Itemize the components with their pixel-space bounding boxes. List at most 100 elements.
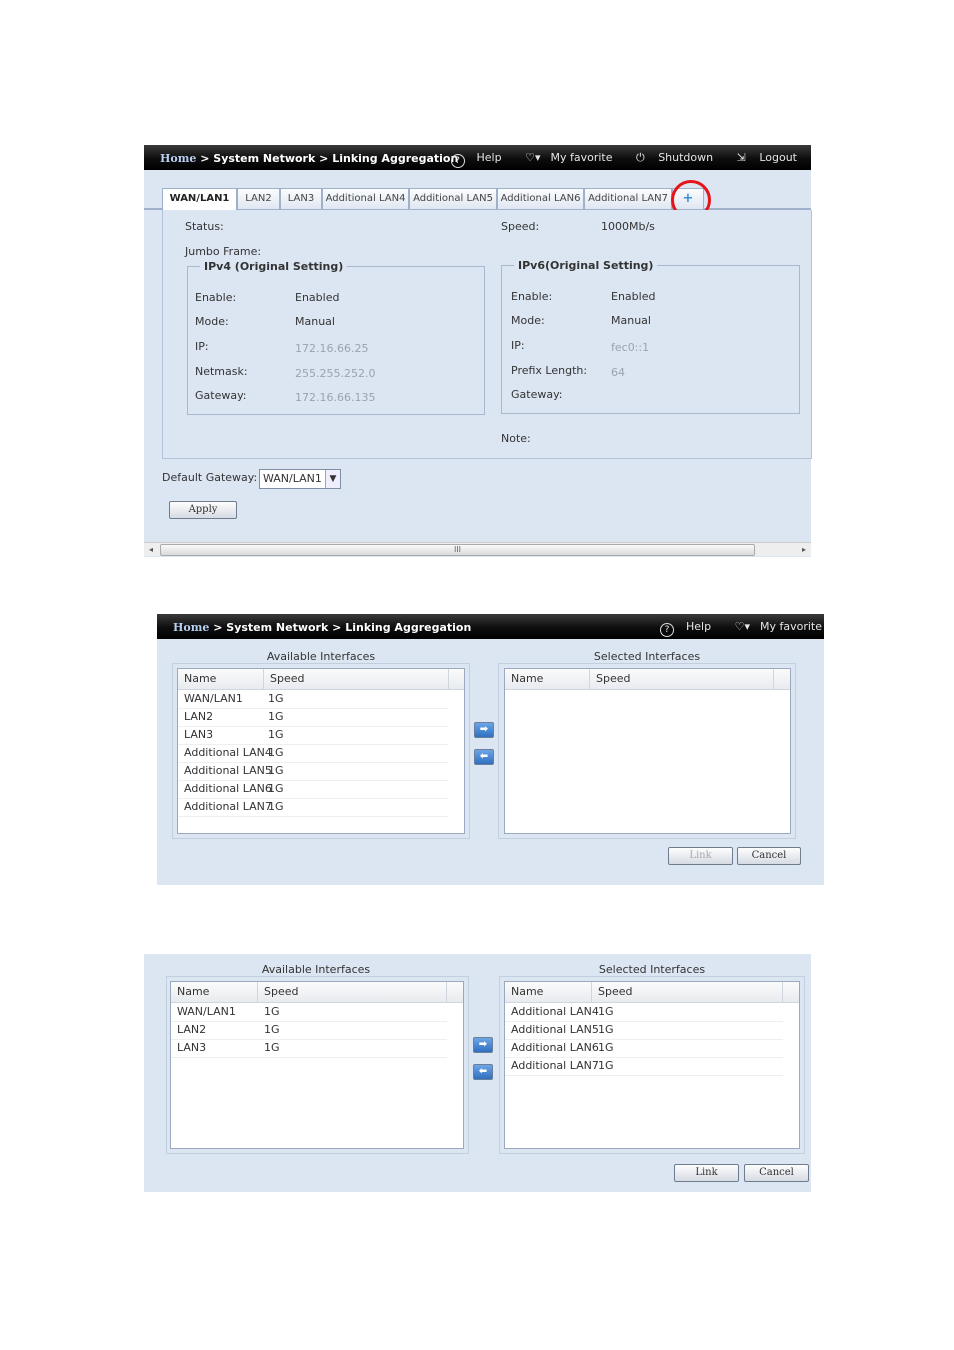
link-button[interactable]: Link <box>674 1164 739 1182</box>
horizontal-scrollbar[interactable]: ◂ III ▸ <box>144 542 811 556</box>
ipv6-ip-value: fec0::1 <box>611 341 650 354</box>
help-label: Help <box>476 151 502 164</box>
list-item[interactable]: LAN3 1G <box>178 726 448 745</box>
speed-label: Speed: <box>501 220 540 233</box>
interface-speed: 1G <box>268 710 284 723</box>
breadcrumb-home[interactable]: Home <box>173 621 209 634</box>
interface-speed: 1G <box>268 800 284 813</box>
list-item[interactable]: Additional LAN4 1G <box>505 1003 783 1022</box>
apply-button[interactable]: Apply <box>169 501 237 519</box>
col-name-header[interactable]: Name <box>505 669 590 689</box>
jumbo-frame-label: Jumbo Frame: <box>185 245 262 258</box>
list-item[interactable]: Additional LAN5 1G <box>178 762 448 781</box>
help-button[interactable]: ? Help <box>441 151 502 168</box>
breadcrumb-home[interactable]: Home <box>160 152 196 165</box>
interface-speed: 1G <box>598 1041 614 1054</box>
ipv6-enable-label: Enable: <box>511 290 553 303</box>
list-item[interactable]: Additional LAN5 1G <box>505 1021 783 1040</box>
interface-speed: 1G <box>598 1059 614 1072</box>
interface-name: Additional LAN4 <box>511 1005 599 1018</box>
ipv4-mode-value: Manual <box>295 315 335 328</box>
col-name-header[interactable]: Name <box>171 982 258 1002</box>
available-interfaces-title: Available Interfaces <box>261 963 371 976</box>
ipv6-mode-value: Manual <box>611 314 651 327</box>
interface-speed: 1G <box>264 1041 280 1054</box>
list-item[interactable]: Additional LAN7 1G <box>505 1057 783 1076</box>
breadcrumb-section[interactable]: System Network <box>226 621 328 634</box>
ipv6-title: IPv6(Original Setting) <box>518 259 654 272</box>
col-speed-header[interactable]: Speed <box>258 982 447 1002</box>
help-icon: ? <box>660 623 675 637</box>
selected-list[interactable]: Name Speed <box>504 668 791 834</box>
ipv6-enable-value: Enabled <box>611 290 656 303</box>
list-item[interactable]: Additional LAN7 1G <box>178 798 448 817</box>
breadcrumb-sep: > <box>196 152 214 165</box>
selected-interfaces-title: Selected Interfaces <box>598 963 706 976</box>
available-list[interactable]: Name Speed WAN/LAN1 1G LAN2 1G LAN3 1G <box>170 981 464 1149</box>
interface-speed: 1G <box>264 1005 280 1018</box>
scroll-thumb[interactable]: III <box>160 544 755 556</box>
move-left-arrow-icon[interactable]: ⬅ <box>474 749 494 765</box>
interface-name: LAN3 <box>177 1041 207 1054</box>
ipv4-gateway-label: Gateway: <box>195 389 247 402</box>
col-speed-header[interactable]: Speed <box>590 669 774 689</box>
move-right-arrow-icon[interactable]: ➡ <box>473 1037 493 1053</box>
ipv4-mode-label: Mode: <box>195 315 229 328</box>
interface-speed: 1G <box>598 1023 614 1036</box>
available-list[interactable]: Name Speed WAN/LAN1 1G LAN2 1G LAN3 1G Additio… <box>177 668 465 834</box>
move-left-arrow-icon[interactable]: ⬅ <box>473 1064 493 1080</box>
tab-lan2[interactable]: LAN2 <box>237 188 280 209</box>
logout-button[interactable]: ⇲ Logout <box>727 151 797 164</box>
list-item[interactable]: Additional LAN6 1G <box>178 780 448 799</box>
col-name-header[interactable]: Name <box>178 669 264 689</box>
available-interfaces-title: Available Interfaces <box>266 650 376 663</box>
move-right-arrow-icon[interactable]: ➡ <box>474 722 494 738</box>
selected-list-header: Name Speed <box>505 982 799 1003</box>
interface-name: Additional LAN4 <box>184 746 272 759</box>
interface-name: Additional LAN7 <box>511 1059 599 1072</box>
chevron-down-icon[interactable]: ▼ <box>325 470 340 488</box>
list-item[interactable]: Additional LAN6 1G <box>505 1039 783 1058</box>
favorite-button[interactable]: ♡▾ My favorite <box>725 620 822 633</box>
interface-details: Status: Speed: 1000Mb/s Jumbo Frame: IPv… <box>162 210 812 459</box>
list-item[interactable]: LAN2 1G <box>178 708 448 727</box>
list-item[interactable]: LAN2 1G <box>171 1021 447 1040</box>
favorite-label: My favorite <box>550 151 613 164</box>
scroll-left-icon[interactable]: ◂ <box>144 543 158 556</box>
tab-additional-lan5[interactable]: Additional LAN5 <box>409 188 497 209</box>
ipv6-prefix-label: Prefix Length: <box>511 364 588 377</box>
tab-additional-lan4[interactable]: Additional LAN4 <box>322 188 409 209</box>
list-item[interactable]: WAN/LAN1 1G <box>178 690 448 709</box>
tab-additional-lan7[interactable]: Additional LAN7 <box>584 188 672 209</box>
breadcrumb-section[interactable]: System Network <box>213 152 315 165</box>
heart-icon: ♡▾ <box>734 620 750 633</box>
list-item[interactable]: LAN3 1G <box>171 1039 447 1058</box>
col-name-header[interactable]: Name <box>505 982 592 1002</box>
ipv6-gateway-label: Gateway: <box>511 388 563 401</box>
list-item[interactable]: Additional LAN4 1G <box>178 744 448 763</box>
tab-additional-lan6[interactable]: Additional LAN6 <box>497 188 584 209</box>
col-speed-header[interactable]: Speed <box>264 669 449 689</box>
interface-name: Additional LAN6 <box>511 1041 599 1054</box>
shutdown-button[interactable]: ⏻ Shutdown <box>626 151 713 164</box>
scroll-right-icon[interactable]: ▸ <box>797 543 811 556</box>
col-speed-header[interactable]: Speed <box>592 982 783 1002</box>
interface-name: LAN3 <box>184 728 214 741</box>
power-icon: ⏻ <box>635 151 645 164</box>
tab-lan3[interactable]: LAN3 <box>280 188 322 209</box>
ipv4-ip-value: 172.16.66.25 <box>295 342 369 355</box>
cancel-button[interactable]: Cancel <box>737 847 801 865</box>
header-tools: ? Help ♡▾ My favorite ⏻ Shutdown ⇲ Logout <box>431 151 797 168</box>
link-aggregation-panel-selected: Available Interfaces Selected Interfaces… <box>144 954 811 1192</box>
cancel-button[interactable]: Cancel <box>744 1164 809 1182</box>
list-item[interactable]: WAN/LAN1 1G <box>171 1003 447 1022</box>
favorite-button[interactable]: ♡▾ My favorite <box>515 151 612 164</box>
interface-name: WAN/LAN1 <box>184 692 243 705</box>
logout-icon: ⇲ <box>736 151 746 164</box>
link-button[interactable]: Link <box>668 847 733 865</box>
default-gateway-label: Default Gateway: <box>162 471 258 484</box>
default-gateway-select[interactable]: WAN/LAN1 ▼ <box>259 469 341 489</box>
tab-wan-lan1[interactable]: WAN/LAN1 <box>162 188 237 210</box>
help-button[interactable]: ? Help <box>650 620 711 637</box>
selected-list[interactable]: Name Speed Additional LAN4 1G Additional L… <box>504 981 800 1149</box>
